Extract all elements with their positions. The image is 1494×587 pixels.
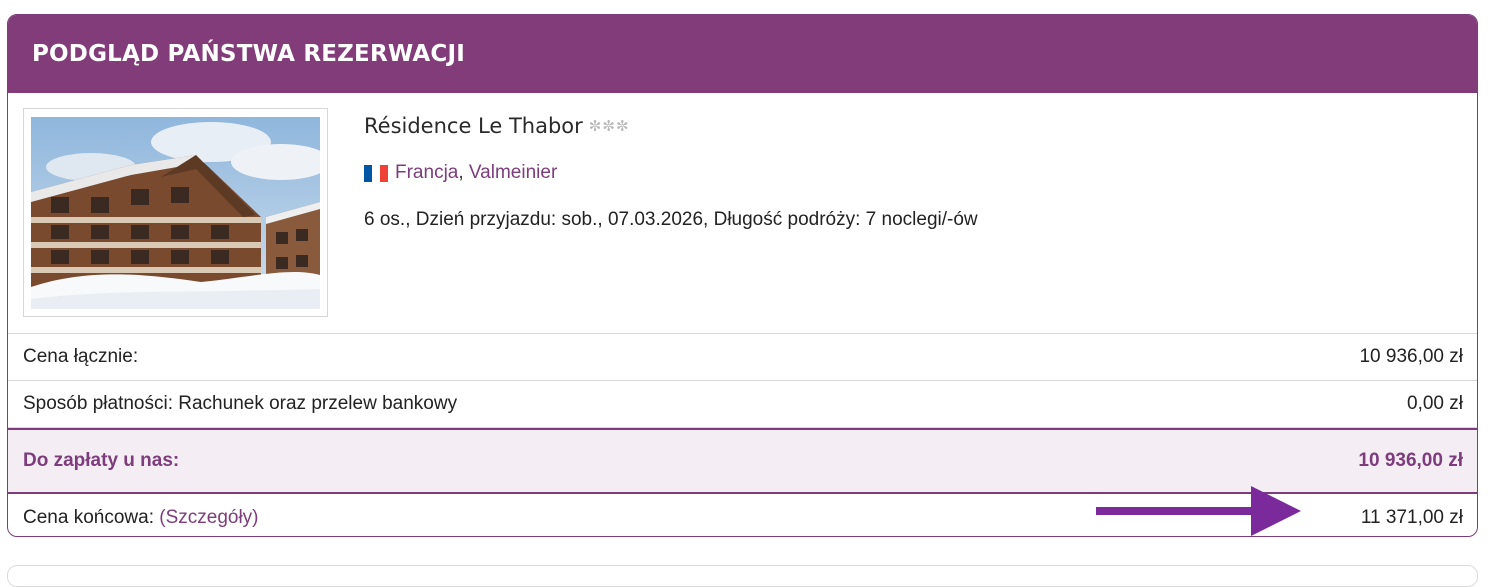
hotel-photo-frame	[23, 108, 328, 317]
hotel-name: Résidence Le Thabor ✼ ✼ ✼	[364, 114, 629, 138]
booking-summary-card: PODGLĄD PAŃSTWA REZERWACJI Résidence Le …	[7, 14, 1478, 537]
hotel-name-text: Résidence Le Thabor	[364, 114, 583, 138]
france-flag-icon	[364, 164, 388, 182]
price-total-row: Cena łącznie: 10 936,00 zł	[8, 334, 1477, 381]
hotel-location: Francja , Valmeinier	[364, 162, 557, 184]
final-price-label-group: Cena końcowa: (Szczegóły)	[23, 507, 259, 529]
payment-method-row: Sposób płatności: Rachunek oraz przelew …	[8, 381, 1477, 428]
country-link[interactable]: Francja	[395, 162, 458, 184]
final-price-label: Cena końcowa:	[23, 506, 160, 528]
amount-due-row: Do zapłaty u nas: 10 936,00 zł	[8, 428, 1477, 494]
hotel-rating: ✼ ✼ ✼	[588, 116, 629, 135]
hotel-photo	[31, 117, 320, 309]
amount-due-label: Do zapłaty u nas:	[23, 450, 180, 471]
town-link[interactable]: Valmeinier	[469, 162, 557, 184]
next-card-edge	[7, 565, 1478, 587]
page-title: PODGLĄD PAŃSTWA REZERWACJI	[32, 41, 465, 67]
snowflake-star-icon: ✼	[602, 116, 615, 135]
snowflake-star-icon: ✼	[588, 116, 602, 135]
amount-due-value: 10 936,00 zł	[1358, 450, 1463, 471]
price-total-label: Cena łącznie:	[23, 346, 139, 367]
final-price-value: 11 371,00 zł	[1360, 506, 1463, 528]
price-total-value: 10 936,00 zł	[1359, 346, 1463, 367]
trip-details: 6 os., Dzień przyjazdu: sob., 07.03.2026…	[364, 209, 978, 230]
payment-method-label: Sposób płatności: Rachunek oraz przelew …	[23, 393, 458, 414]
payment-method-value: 0,00 zł	[1407, 393, 1463, 414]
snowflake-star-icon: ✼	[615, 116, 629, 135]
price-details-link[interactable]: (Szczegóły)	[159, 507, 258, 528]
card-header: PODGLĄD PAŃSTWA REZERWACJI	[8, 15, 1477, 93]
hotel-section: Résidence Le Thabor ✼ ✼ ✼ Francja , Valm…	[8, 93, 1477, 334]
arrow-right-icon	[1096, 486, 1301, 536]
